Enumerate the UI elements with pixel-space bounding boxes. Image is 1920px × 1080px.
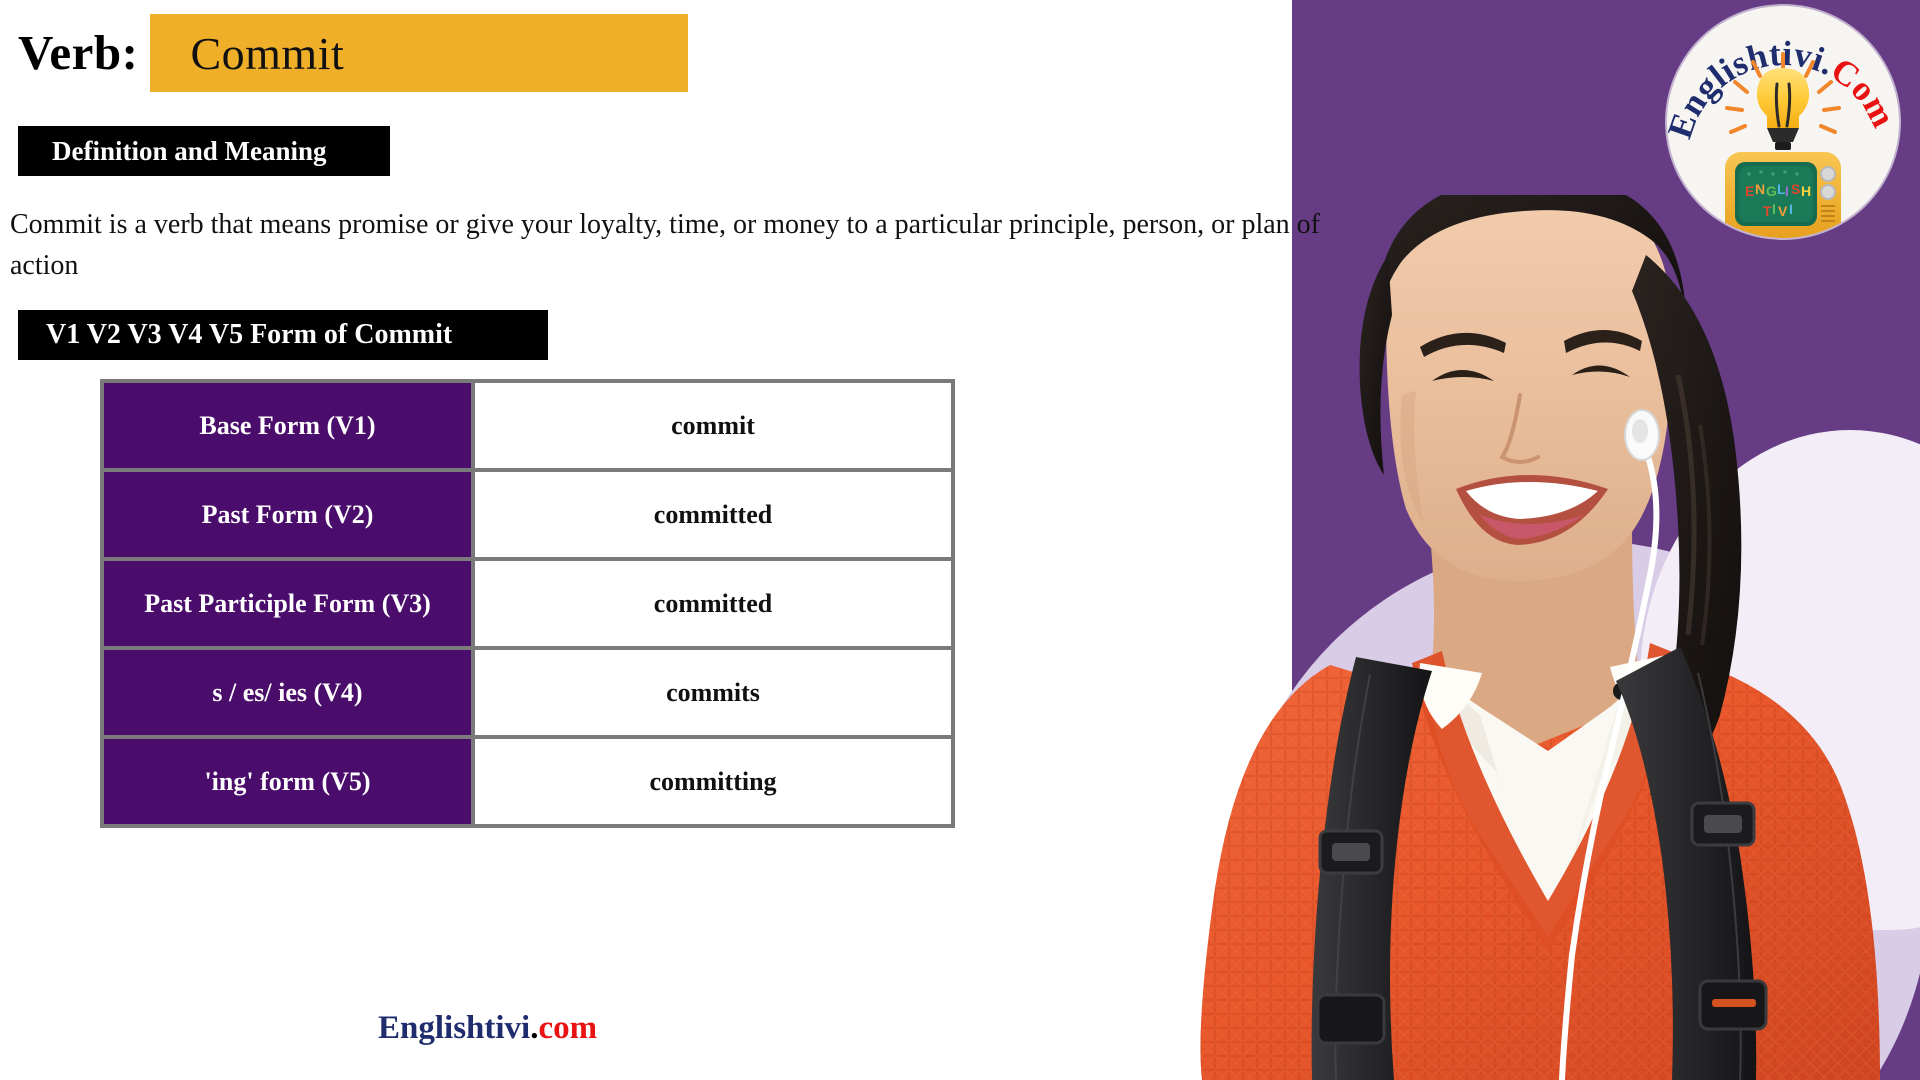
form-value-cell: commits [473, 648, 953, 737]
footer-brand-tld: com [538, 1010, 598, 1046]
table-row: s / es/ ies (V4) commits [102, 648, 953, 737]
verb-forms-table: Base Form (V1) commit Past Form (V2) com… [100, 379, 955, 828]
svg-text:S: S [1791, 181, 1800, 197]
student-photo [1180, 195, 1920, 1080]
tv-icon: E N G L I S H T I V I [1725, 152, 1841, 238]
svg-text:I: I [1789, 201, 1793, 217]
footer-brand: Englishtivi.com [378, 1010, 597, 1047]
verb-word-chip: Commit [150, 14, 689, 92]
form-value-cell: committed [473, 470, 953, 559]
svg-text:T: T [1763, 203, 1772, 219]
forms-section-label: V1 V2 V3 V4 V5 Form of Commit [46, 319, 453, 350]
definition-section-label: Definition and Meaning [52, 135, 327, 166]
verb-label: Verb: [18, 25, 139, 80]
form-value-cell: committed [473, 559, 953, 648]
englishtivi-logo: Englishtivi.Com [1667, 6, 1899, 238]
svg-text:V: V [1778, 203, 1788, 219]
form-label-cell: 'ing' form (V5) [102, 737, 473, 826]
poster-canvas: Verb: Commit Definition and Meaning Comm… [0, 0, 1920, 1080]
svg-text:E: E [1745, 183, 1754, 199]
table-row: 'ing' form (V5) committing [102, 737, 953, 826]
definition-section-chip: Definition and Meaning [18, 126, 390, 176]
svg-text:N: N [1755, 181, 1765, 197]
form-value-cell: committing [473, 737, 953, 826]
verb-word: Commit [190, 27, 345, 79]
svg-text:H: H [1801, 183, 1811, 199]
table-row: Past Form (V2) committed [102, 470, 953, 559]
verb-header: Verb: Commit [18, 14, 689, 92]
footer-brand-name: Englishtivi [378, 1010, 531, 1046]
form-value-cell: commit [473, 381, 953, 470]
definition-paragraph: Commit is a verb that means promise or g… [10, 209, 1320, 281]
table-row: Past Participle Form (V3) committed [102, 559, 953, 648]
svg-text:G: G [1766, 183, 1777, 199]
table-row: Base Form (V1) commit [102, 381, 953, 470]
form-label-cell: Past Form (V2) [102, 470, 473, 559]
svg-text:I: I [1772, 201, 1776, 217]
form-label-cell: Past Participle Form (V3) [102, 559, 473, 648]
form-label-cell: s / es/ ies (V4) [102, 648, 473, 737]
form-label-cell: Base Form (V1) [102, 381, 473, 470]
svg-text:I: I [1785, 183, 1789, 199]
forms-section-chip: V1 V2 V3 V4 V5 Form of Commit [18, 310, 548, 360]
